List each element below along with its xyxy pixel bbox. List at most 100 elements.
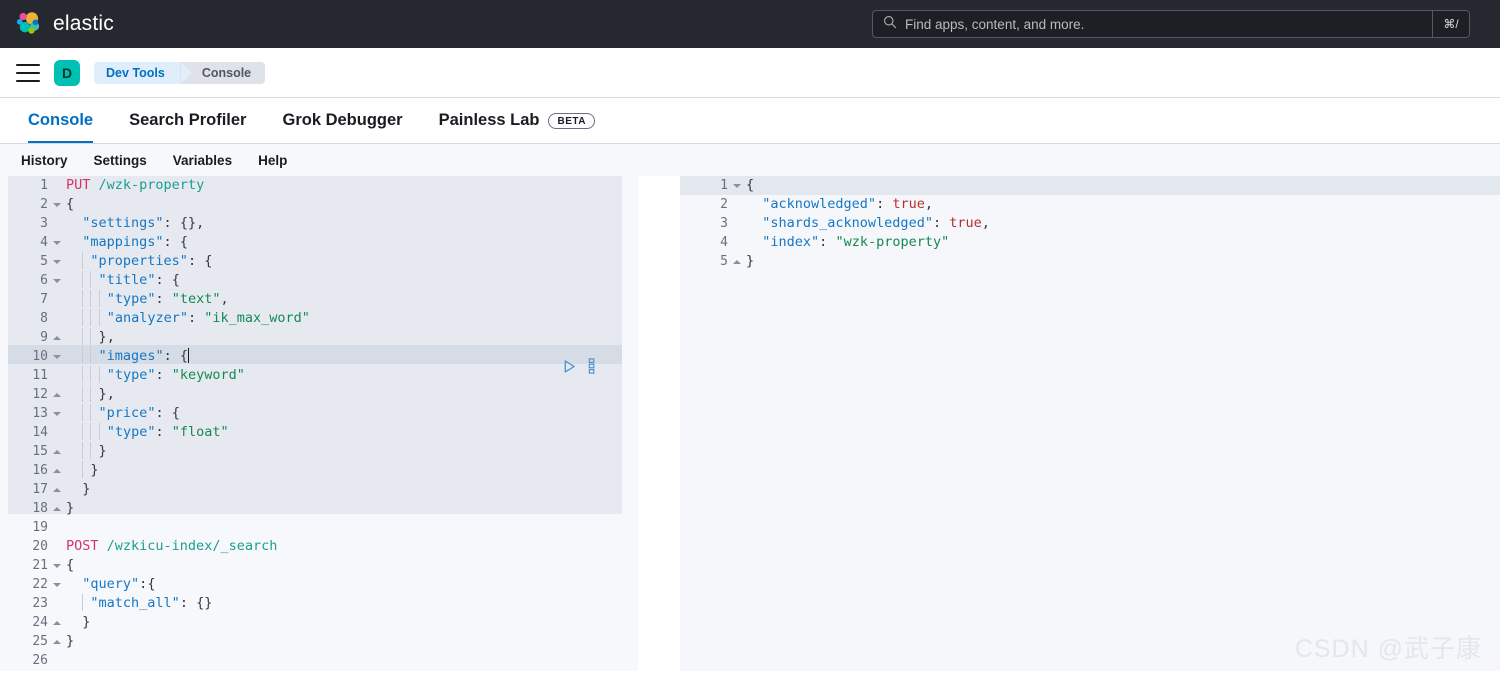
line-number: 1 [0,176,52,195]
code-line[interactable]: 13 "price": { [0,404,638,423]
tab-console[interactable]: Console [10,98,111,143]
search-field-wrap[interactable] [873,11,1433,37]
elastic-brand[interactable]: elastic [14,10,114,38]
line-number: 8 [0,309,52,328]
line-number: 23 [0,594,52,613]
console-menu-help[interactable]: Help [247,150,298,171]
tab-painless-lab-label: Painless Lab [439,111,540,130]
tab-grok-debugger[interactable]: Grok Debugger [264,98,420,143]
code-line[interactable]: 2 "acknowledged": true, [680,195,1500,214]
code-line[interactable]: 10 "images": { [0,347,638,366]
line-number: 10 [0,347,52,366]
code-line[interactable]: 7 "type": "text", [0,290,638,309]
response-pane[interactable]: 1{2 "acknowledged": true,3 "shards_ackno… [680,176,1500,671]
console-workarea: 1PUT /wzk-property2{3 "settings": {},4 "… [0,176,1500,671]
code-line[interactable]: 1PUT /wzk-property [0,176,638,195]
search-input[interactable] [905,17,1422,32]
line-number: 18 [0,499,52,518]
menu-hamburger-icon[interactable] [16,64,40,82]
line-content: POST /wzkicu-index/_search [52,537,638,556]
space-avatar[interactable]: D [54,60,80,86]
text-cursor [188,348,189,363]
code-line[interactable]: 19 [0,518,638,537]
search-shortcut-badge: ⌘/ [1433,11,1469,37]
global-search[interactable]: ⌘/ [872,10,1470,38]
line-content: "shards_acknowledged": true, [732,214,1500,233]
code-line[interactable]: 24 } [0,613,638,632]
code-line[interactable]: 5 "properties": { [0,252,638,271]
line-number: 15 [0,442,52,461]
line-number: 13 [0,404,52,423]
code-line[interactable]: 25} [0,632,638,651]
play-icon[interactable] [562,359,577,374]
devtools-tabs: Console Search Profiler Grok Debugger Pa… [0,98,1500,144]
code-line[interactable]: 26 [0,651,638,670]
code-line[interactable]: 8 "analyzer": "ik_max_word" [0,309,638,328]
code-line[interactable]: 4 "index": "wzk-property" [680,233,1500,252]
code-line[interactable]: 9 }, [0,328,638,347]
breadcrumb: Dev Tools Console [94,62,265,84]
line-number: 1 [680,176,732,195]
tab-painless-lab[interactable]: Painless Lab BETA [421,98,613,143]
code-line[interactable]: 17 } [0,480,638,499]
line-number: 21 [0,556,52,575]
hamburger-line [16,72,40,74]
code-line[interactable]: 3 "shards_acknowledged": true, [680,214,1500,233]
hamburger-line [16,64,40,66]
code-line[interactable]: 6 "title": { [0,271,638,290]
code-line[interactable]: 16 } [0,461,638,480]
line-content: "index": "wzk-property" [732,233,1500,252]
console-menu-variables[interactable]: Variables [162,150,243,171]
line-content: } [52,461,638,480]
code-line[interactable]: 23 "match_all": {} [0,594,638,613]
brand-label: elastic [53,12,114,36]
global-header: elastic ⌘/ [0,0,1500,48]
tab-search-profiler[interactable]: Search Profiler [111,98,264,143]
breadcrumb-item-console[interactable]: Console [180,62,265,84]
breadcrumb-item-dev-tools[interactable]: Dev Tools [94,62,181,84]
line-number: 2 [680,195,732,214]
line-content: }, [52,328,638,347]
code-line[interactable]: 3 "settings": {}, [0,214,638,233]
line-number: 14 [0,423,52,442]
line-content: "query":{ [52,575,638,594]
code-line[interactable]: 21{ [0,556,638,575]
search-icon [883,15,897,34]
code-line[interactable]: 18} [0,499,638,518]
code-line[interactable]: 1{ [680,176,1500,195]
code-line[interactable]: 11 "type": "keyword" [0,366,638,385]
console-menu-bar: History Settings Variables Help [0,144,1500,176]
console-menu-history[interactable]: History [10,150,79,171]
code-line[interactable]: 22 "query":{ [0,575,638,594]
line-content: { [52,556,638,575]
code-line[interactable]: 14 "type": "float" [0,423,638,442]
line-content: "title": { [52,271,638,290]
code-line[interactable]: 20POST /wzkicu-index/_search [0,537,638,556]
line-content: } [52,613,638,632]
pane-resizer[interactable] [638,176,680,671]
code-line[interactable]: 5} [680,252,1500,271]
request-code[interactable]: 1PUT /wzk-property2{3 "settings": {},4 "… [0,176,638,670]
request-editor-pane[interactable]: 1PUT /wzk-property2{3 "settings": {},4 "… [0,176,638,671]
line-content: "settings": {}, [52,214,638,233]
console-menu-settings[interactable]: Settings [83,150,158,171]
line-content: "type": "keyword" [52,366,638,385]
code-line[interactable]: 15 } [0,442,638,461]
code-line[interactable]: 4 "mappings": { [0,233,638,252]
line-content: "properties": { [52,252,638,271]
line-content: PUT /wzk-property [52,176,638,195]
line-number: 4 [680,233,732,252]
line-content: "mappings": { [52,233,638,252]
line-number: 3 [680,214,732,233]
line-number: 16 [0,461,52,480]
line-content: "match_all": {} [52,594,638,613]
line-number: 9 [0,328,52,347]
line-number: 12 [0,385,52,404]
tab-console-label: Console [28,111,93,130]
response-code: 1{2 "acknowledged": true,3 "shards_ackno… [680,176,1500,271]
line-number: 5 [0,252,52,271]
code-line[interactable]: 2{ [0,195,638,214]
wrench-menu-icon[interactable] [588,358,596,374]
code-line[interactable]: 12 }, [0,385,638,404]
beta-badge: BETA [548,113,594,129]
